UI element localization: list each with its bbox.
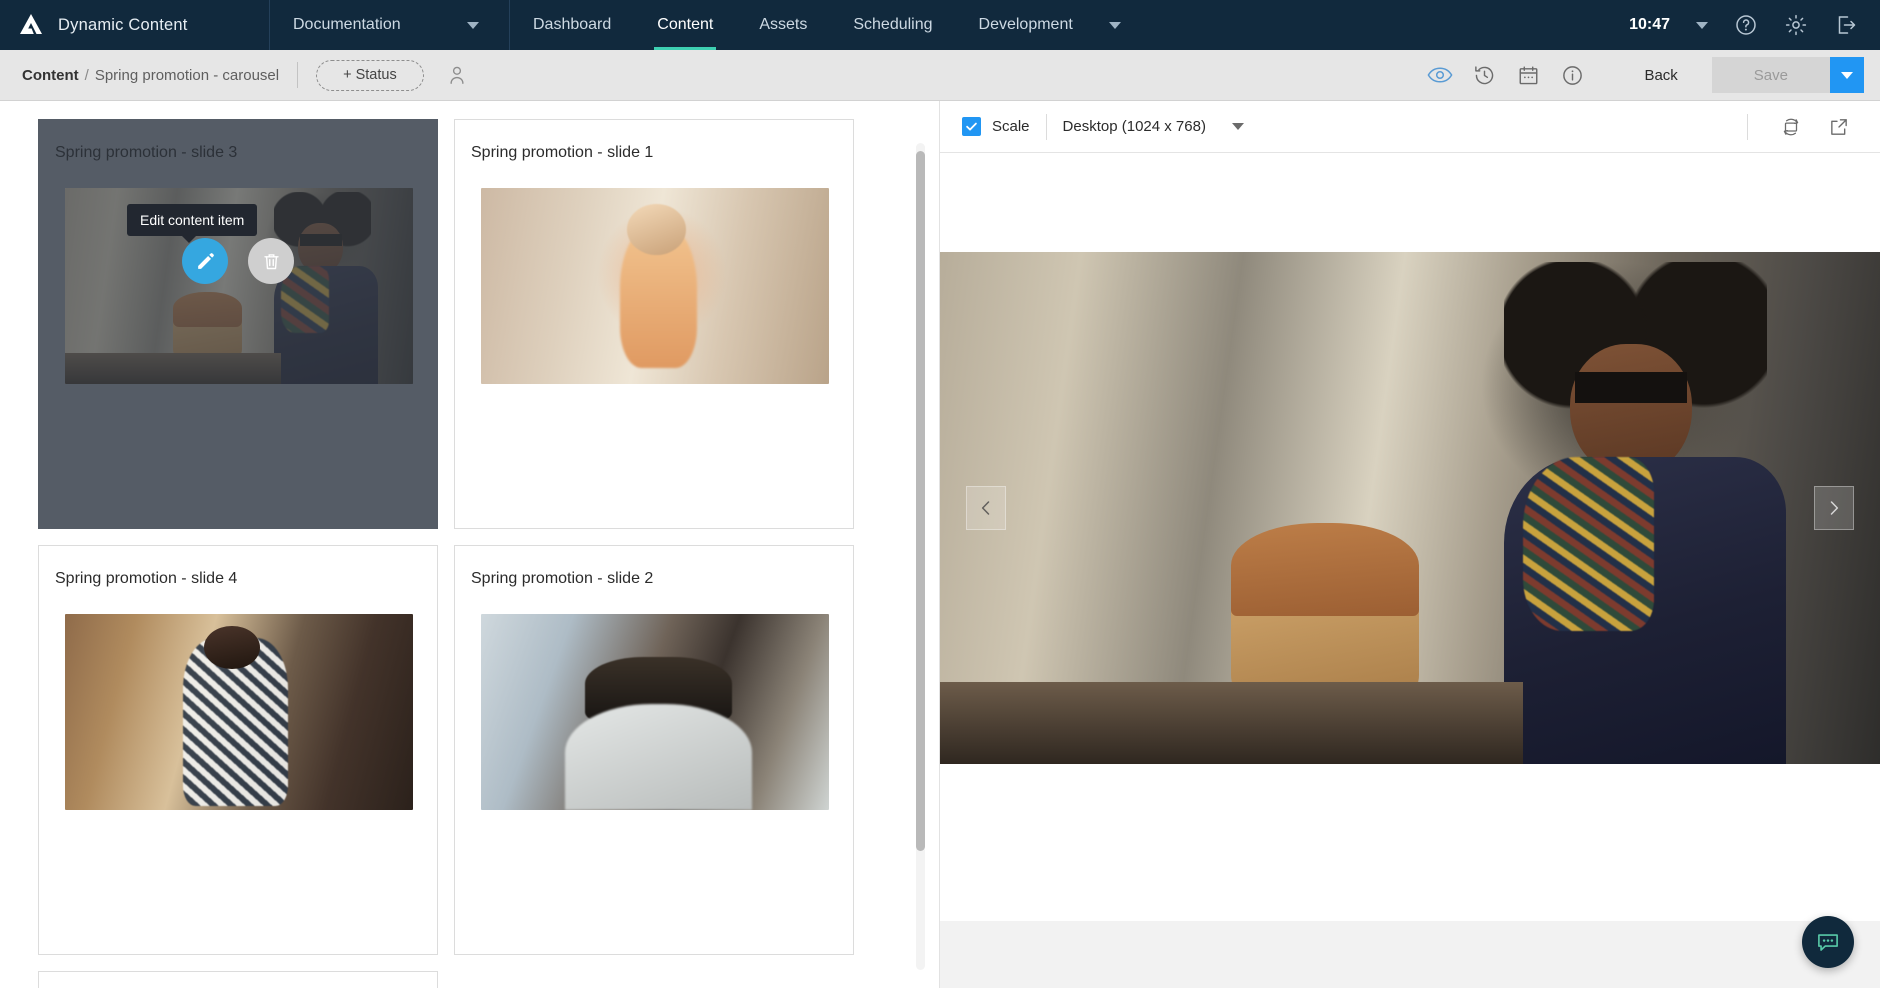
card-thumbnail (481, 614, 829, 810)
save-options-dropdown-button[interactable] (1830, 57, 1864, 93)
brand-area[interactable]: Dynamic Content (0, 0, 270, 50)
info-circle-icon[interactable] (1550, 64, 1594, 87)
preview-toolbar-divider (1045, 113, 1047, 140)
cards-grid: Spring promotion - slide 3 Edit content … (38, 119, 911, 988)
rotate-device-icon[interactable] (1770, 106, 1812, 148)
clock-display: 10:47 (1629, 16, 1670, 33)
toolbar-divider (297, 62, 299, 88)
chat-bubble-icon (1818, 934, 1838, 951)
open-external-icon[interactable] (1818, 106, 1860, 148)
chevron-down-icon (1841, 71, 1853, 79)
card-title: Spring promotion - slide 4 (55, 570, 238, 587)
device-size-value: Desktop (1024 x 768) (1062, 118, 1206, 135)
nav-label-content: Content (657, 16, 714, 33)
add-status-button[interactable]: + Status (316, 59, 424, 91)
card-thumbnail (481, 188, 829, 384)
nav-label-assets: Assets (759, 16, 808, 33)
hero-photo (940, 252, 1880, 764)
calendar-icon[interactable] (1506, 64, 1550, 87)
scale-checkbox[interactable] (962, 117, 981, 136)
amplience-logo-icon (18, 12, 44, 38)
carousel-prev-button[interactable] (966, 486, 1006, 530)
preview-panel: Scale Desktop (1024 x 768) (940, 101, 1880, 988)
back-button[interactable]: Back (1618, 57, 1703, 93)
nav-label-development: Development (978, 16, 1073, 33)
preview-actions-divider (1747, 113, 1748, 140)
content-toolbar: Content / Spring promotion - carousel + … (0, 50, 1880, 101)
top-navigation-bar: Dynamic Content Documentation Dashboard … (0, 0, 1880, 50)
edit-content-item-button[interactable] (182, 238, 228, 284)
nav-item-dashboard[interactable]: Dashboard (510, 0, 634, 50)
chevron-down-icon (1108, 21, 1121, 29)
card-image-wrap (455, 162, 853, 384)
nav-item-assets[interactable]: Assets (736, 0, 830, 50)
nav-item-documentation[interactable]: Documentation (270, 0, 510, 50)
preview-toolbar: Scale Desktop (1024 x 768) (940, 101, 1880, 153)
card-photo (481, 614, 829, 810)
main-split-area: Spring promotion - slide 3 Edit content … (0, 101, 1880, 988)
person-icon[interactable] (446, 63, 468, 87)
content-card-slide-4[interactable]: Spring promotion - slide 4 (38, 545, 438, 955)
nav-label-scheduling: Scheduling (853, 16, 933, 33)
card-title: Spring promotion - slide 1 (471, 144, 654, 161)
content-cards-panel: Spring promotion - slide 3 Edit content … (0, 101, 940, 988)
card-thumbnail (65, 614, 413, 810)
content-card-next-partial[interactable] (38, 971, 438, 988)
breadcrumb-current: Spring promotion - carousel (94, 66, 280, 84)
gear-icon[interactable] (1784, 13, 1808, 37)
cards-scroll-area: Spring promotion - slide 3 Edit content … (0, 101, 939, 988)
nav-item-development[interactable]: Development (956, 0, 1144, 50)
breadcrumb-root[interactable]: Content (22, 67, 79, 84)
checkmark-icon (966, 122, 977, 131)
card-photo (481, 188, 829, 384)
card-title: Spring promotion - slide 2 (471, 570, 654, 587)
card-image-wrap (455, 588, 853, 810)
card-photo (65, 614, 413, 810)
content-card-slide-3[interactable]: Spring promotion - slide 3 Edit content … (38, 119, 438, 529)
brand-title: Dynamic Content (58, 15, 188, 34)
nav-label-dashboard: Dashboard (533, 16, 612, 33)
nav-item-content[interactable]: Content (634, 0, 736, 50)
top-nav-right-group: 10:47 (1629, 0, 1880, 50)
breadcrumb-separator: / (84, 66, 89, 84)
cards-scrollbar-thumb[interactable] (916, 151, 925, 851)
preview-toolbar-actions (1731, 106, 1860, 148)
carousel-next-button[interactable] (1814, 486, 1854, 530)
toolbar-actions: Back Save (1418, 57, 1864, 93)
preview-canvas (940, 153, 1880, 921)
logout-icon[interactable] (1834, 13, 1858, 37)
main-nav-items: Documentation Dashboard Content Assets S… (270, 0, 1144, 50)
device-size-select[interactable]: Desktop (1024 x 768) (1063, 118, 1244, 135)
help-circle-icon[interactable] (1734, 13, 1758, 37)
eye-icon[interactable] (1418, 65, 1462, 85)
content-card-slide-1[interactable]: Spring promotion - slide 1 (454, 119, 854, 529)
cards-scrollbar-track[interactable] (916, 143, 925, 970)
card-title: Spring promotion - slide 3 (55, 144, 238, 161)
chevron-down-icon (1231, 123, 1244, 130)
chevron-down-icon (467, 21, 479, 29)
nav-label-documentation: Documentation (293, 16, 401, 33)
content-card-slide-2[interactable]: Spring promotion - slide 2 (454, 545, 854, 955)
delete-content-item-button[interactable] (248, 238, 294, 284)
nav-item-scheduling[interactable]: Scheduling (830, 0, 955, 50)
chevron-left-icon (981, 501, 990, 515)
scale-label: Scale (992, 118, 1030, 135)
card-hover-actions (39, 238, 437, 284)
card-image-wrap (39, 588, 437, 810)
hero-slide-image (940, 252, 1880, 764)
chevron-right-icon (1830, 501, 1839, 515)
history-clock-icon[interactable] (1462, 64, 1506, 87)
edit-content-item-tooltip: Edit content item (127, 204, 258, 243)
chat-support-button[interactable] (1802, 916, 1854, 968)
user-menu-chevron-down-icon[interactable] (1696, 21, 1708, 29)
preview-stage (940, 153, 1880, 988)
save-button[interactable]: Save (1711, 57, 1830, 93)
